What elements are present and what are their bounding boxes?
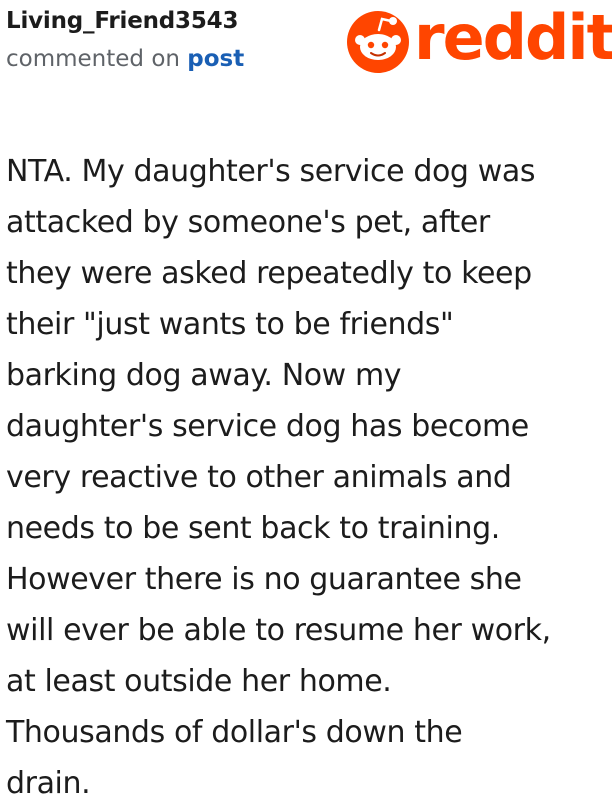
comment-line: their "just wants to be friends" — [6, 307, 454, 342]
comment-line: they were asked repeatedly to keep — [6, 256, 532, 291]
comment-line: NTA. My daughter's service dog was — [6, 154, 536, 189]
comment-body: NTA. My daughter's service dog was attac… — [6, 146, 606, 809]
comment-line: needs to be sent back to training. — [6, 511, 500, 546]
reddit-wordmark: reddit — [414, 1, 612, 74]
comment-line: barking dog away. Now my — [6, 358, 402, 393]
comment-line: very reactive to other animals and — [6, 460, 512, 495]
comment-line: will ever be able to resume her work, — [6, 613, 551, 648]
comment-line: at least outside her home. — [6, 664, 392, 699]
comment-line: attacked by someone's pet, after — [6, 205, 490, 240]
comment-meta: commented on post — [6, 44, 244, 74]
post-link[interactable]: post — [187, 46, 244, 72]
comment-line: drain. — [6, 766, 91, 801]
comment-line: However there is no guarantee she — [6, 562, 522, 597]
username[interactable]: Living_Friend3543 — [6, 6, 238, 36]
comment-line: Thousands of dollar's down the — [6, 715, 463, 750]
comment-header: Living_Friend3543 commented on post redd… — [0, 0, 612, 90]
reddit-logo: reddit — [346, 1, 612, 76]
action-text: commented on — [6, 46, 180, 72]
reddit-snoo-icon — [347, 11, 409, 73]
comment-line: daughter's service dog has become — [6, 409, 529, 444]
